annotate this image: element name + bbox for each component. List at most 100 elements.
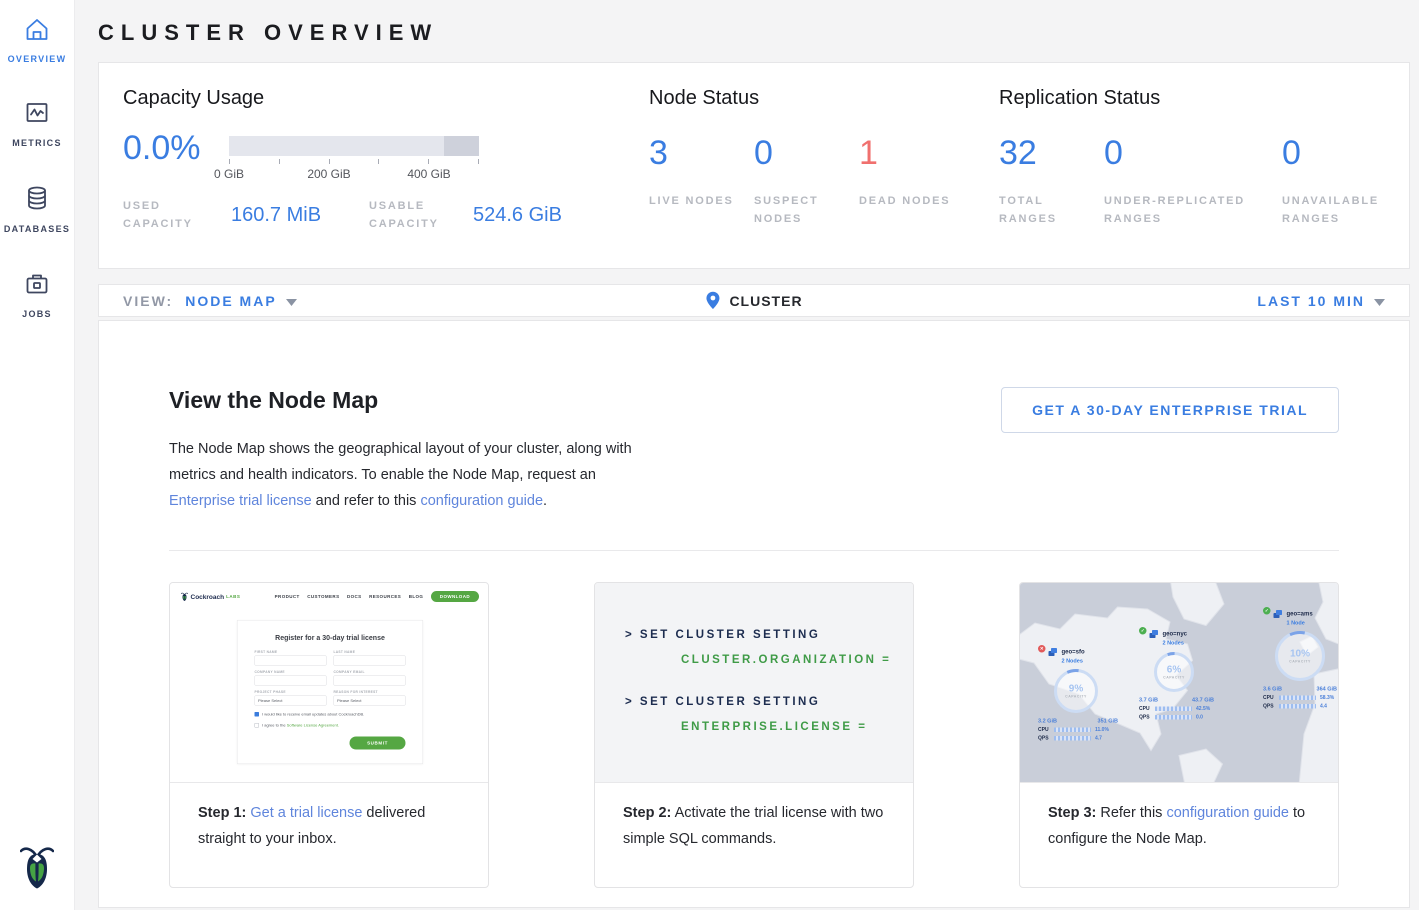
locale-cpu: 42.5% [1196,706,1210,712]
total-ranges-value: 32 [999,136,1104,170]
mock-checkbox-unchecked [255,723,260,728]
step1-caption: Step 1: Get a trial license delivered st… [170,783,488,869]
node-cube-icon [1273,609,1284,619]
unavailable-ranges-value: 0 [1282,136,1377,170]
sidebar-item-label: DATABASES [4,224,70,234]
node-locale-nyc: ✓ geo=nyc 2 Nodes [1139,629,1224,720]
step3-card: ✕ geo=sfo 2 Nodes [1019,582,1339,888]
home-icon [23,16,51,47]
locale-qps: 4.7 [1095,736,1102,742]
node-status-section: Node Status 3 LIVE NODES 0 SUSPECT NODES… [649,87,999,238]
sql-command: > SET CLUSTER SETTING [625,629,913,641]
chevron-down-icon [1374,293,1385,309]
step2-caption: Step 2: Activate the trial license with … [595,783,913,869]
configuration-guide-link[interactable]: configuration guide [1166,805,1289,821]
mock-trial-form: Register for a 30-day trial license FIRS… [237,620,423,764]
mock-cockroach-logo: CockroachLABS [181,592,240,602]
node-cube-icon [1048,647,1059,657]
node-locale-sfo: ✕ geo=sfo 2 Nodes [1038,647,1128,741]
step2-code-snippet: > SET CLUSTER SETTING CLUSTER.ORGANIZATI… [595,583,913,783]
live-status-icon: ✓ [1263,607,1271,615]
location-pin-icon [705,291,720,310]
get-trial-license-link[interactable]: Get a trial license [250,805,362,821]
capacity-donut: 9% CAPACITY [1053,668,1099,714]
cockroach-labs-logo [20,841,54,896]
sidebar-item-jobs[interactable]: JOBS [22,270,52,319]
locale-used: 3.2 GiB [1038,718,1057,724]
mock-nav-item: RESOURCES [369,594,401,599]
locale-qps: 4.4 [1320,704,1327,710]
cluster-summary-panel: Capacity Usage 0.0% 0 GiB 200 GiB 400 Gi… [98,62,1410,269]
view-selector-dropdown[interactable]: NODE MAP [185,293,296,309]
usable-capacity-label: USABLE CAPACITY [369,197,461,233]
mock-nav-item: BLOG [409,594,424,599]
capacity-usage-title: Capacity Usage [123,87,649,110]
qps-bar [1054,736,1091,741]
locale-total: 364 GiB [1317,686,1337,692]
used-capacity-value: 160.7 MiB [231,204,351,227]
cluster-breadcrumb: CLUSTER [705,291,802,310]
mock-download-button: DOWNLOAD [431,591,479,602]
unavailable-ranges-label: UNAVAILABLE RANGES [1282,192,1377,228]
locale-total: 351 GiB [1098,718,1118,724]
dead-nodes-stat: 1 DEAD NODES [859,136,964,228]
sidebar-item-databases[interactable]: DATABASES [4,184,70,234]
node-locale-ams: ✓ geo=ams 1 Node [1263,609,1338,709]
replication-status-title: Replication Status [999,87,1385,110]
node-cube-icon [1149,629,1160,639]
capacity-usage-section: Capacity Usage 0.0% 0 GiB 200 GiB 400 Gi… [123,87,649,238]
total-ranges-label: TOTAL RANGES [999,192,1094,228]
enterprise-trial-button[interactable]: GET A 30-DAY ENTERPRISE TRIAL [1001,387,1339,433]
locale-total: 43.7 GiB [1192,697,1214,703]
sidebar-item-overview[interactable]: OVERVIEW [8,16,67,64]
suspect-nodes-stat: 0 SUSPECT NODES [754,136,859,228]
replication-status-section: Replication Status 32 TOTAL RANGES 0 UND… [999,87,1385,238]
capacity-percent: 0.0% [123,131,229,165]
page-title: CLUSTER OVERVIEW [98,20,1410,46]
node-map-description: The Node Map shows the geographical layo… [169,436,639,514]
live-nodes-value: 3 [649,136,754,170]
dead-nodes-value: 1 [859,136,964,170]
enterprise-trial-license-link[interactable]: Enterprise trial license [169,493,312,509]
view-bar: VIEW: NODE MAP CLUSTER LAST 10 MIN [98,284,1410,317]
sql-command-arg: CLUSTER.ORGANIZATION = [681,654,913,666]
cpu-bar [1279,696,1316,701]
cpu-bar [1155,707,1192,712]
sidebar-item-label: OVERVIEW [8,54,67,64]
capacity-donut: 10% CAPACITY [1274,630,1326,682]
locale-name: geo=sfo [1062,648,1085,655]
step1-screenshot: CockroachLABS PRODUCT CUSTOMERS DOCS RES… [170,583,488,783]
capacity-gauge-unusable-segment [444,136,479,156]
configuration-guide-link[interactable]: configuration guide [420,493,543,509]
gauge-tick-label: 0 GiB [214,167,244,181]
locale-node-count: 2 Nodes [1062,658,1083,664]
gauge-tick-label: 400 GiB [407,167,450,181]
live-status-icon: ✓ [1139,627,1147,635]
metrics-icon [23,100,51,131]
mock-submit-button: SUBMIT [350,737,406,750]
under-replicated-ranges-label: UNDER-REPLICATED RANGES [1104,192,1264,228]
locale-node-count: 2 Nodes [1163,640,1184,646]
sidebar-item-metrics[interactable]: METRICS [12,100,62,148]
sidebar-item-label: JOBS [22,309,52,319]
qps-bar [1279,704,1316,709]
mock-checkbox-checked [255,712,260,717]
locale-name: geo=nyc [1163,630,1188,637]
sidebar: OVERVIEW METRICS DATABASES [0,0,75,910]
live-nodes-stat: 3 LIVE NODES [649,136,754,228]
under-replicated-ranges-stat: 0 UNDER-REPLICATED RANGES [1104,136,1282,228]
capacity-gauge: 0 GiB 200 GiB 400 GiB [229,136,479,183]
time-range-dropdown[interactable]: LAST 10 MIN [1257,293,1385,309]
dead-status-icon: ✕ [1038,645,1046,653]
unavailable-ranges-stat: 0 UNAVAILABLE RANGES [1282,136,1377,228]
sql-command: > SET CLUSTER SETTING [625,696,913,708]
divider [169,550,1339,551]
mock-nav-item: DOCS [347,594,362,599]
database-icon [23,184,51,217]
live-nodes-label: LIVE NODES [649,192,744,210]
locale-qps: 0.0 [1196,715,1203,721]
locale-cpu: 58.3% [1320,695,1334,701]
locale-used: 3.7 GiB [1139,697,1158,703]
under-replicated-ranges-value: 0 [1104,136,1282,170]
node-map-panel: View the Node Map The Node Map shows the… [98,320,1410,908]
